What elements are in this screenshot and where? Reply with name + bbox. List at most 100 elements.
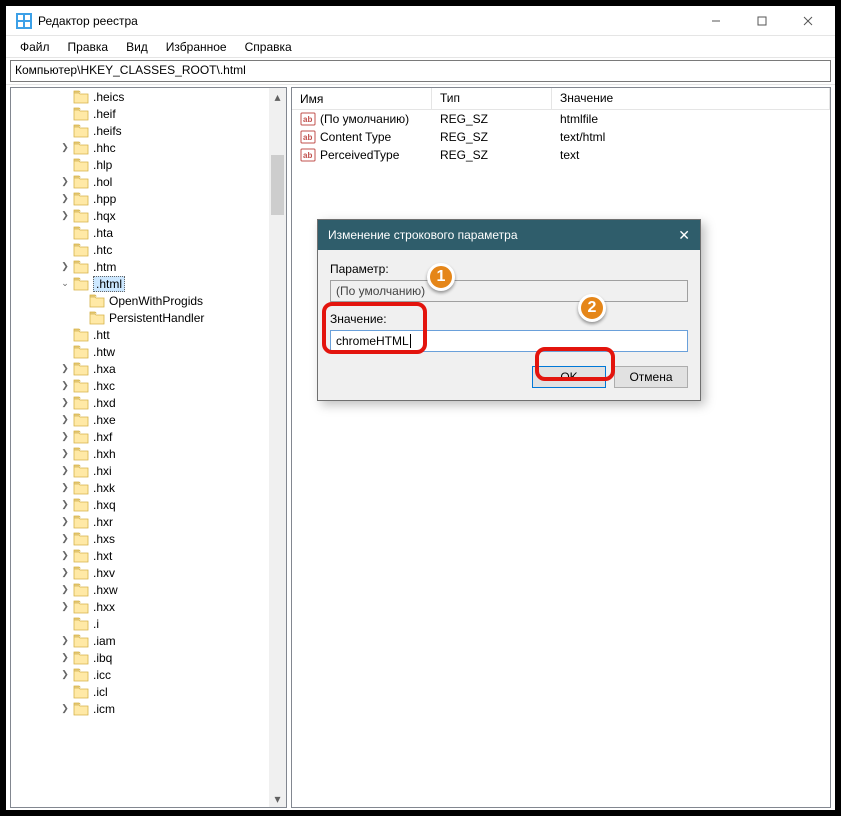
- expand-icon[interactable]: [59, 227, 71, 239]
- tree-item[interactable]: .heics: [11, 88, 269, 105]
- expand-icon[interactable]: ❯: [59, 363, 71, 375]
- values-list[interactable]: ab(По умолчанию)REG_SZhtmlfileabContent …: [292, 110, 830, 164]
- tree-item[interactable]: ❯.hhc: [11, 139, 269, 156]
- menu-help[interactable]: Справка: [237, 38, 300, 56]
- value-row[interactable]: ab(По умолчанию)REG_SZhtmlfile: [292, 110, 830, 128]
- ok-button[interactable]: OK: [532, 366, 606, 388]
- expand-icon[interactable]: [59, 125, 71, 137]
- menu-favorites[interactable]: Избранное: [158, 38, 235, 56]
- expand-icon[interactable]: ❯: [59, 516, 71, 528]
- expand-icon[interactable]: ❯: [59, 414, 71, 426]
- tree-scrollbar[interactable]: ▴ ▾: [269, 88, 286, 807]
- expand-icon[interactable]: ❯: [59, 652, 71, 664]
- tree-item[interactable]: ❯.hxa: [11, 360, 269, 377]
- expand-icon[interactable]: ❯: [59, 431, 71, 443]
- tree-item[interactable]: ❯.hxc: [11, 377, 269, 394]
- tree-item[interactable]: .icl: [11, 683, 269, 700]
- tree-item[interactable]: ❯.ibq: [11, 649, 269, 666]
- expand-icon[interactable]: ❯: [59, 261, 71, 273]
- expand-icon[interactable]: ❯: [59, 397, 71, 409]
- tree-item[interactable]: ❯.iam: [11, 632, 269, 649]
- expand-icon[interactable]: [59, 686, 71, 698]
- tree-item[interactable]: ❯.hol: [11, 173, 269, 190]
- tree-item[interactable]: ❯.icc: [11, 666, 269, 683]
- column-name[interactable]: Имя: [292, 88, 432, 109]
- tree-item[interactable]: .i: [11, 615, 269, 632]
- expand-icon[interactable]: ❯: [59, 669, 71, 681]
- tree-item[interactable]: ❯.hxr: [11, 513, 269, 530]
- minimize-button[interactable]: [693, 6, 739, 36]
- expand-icon[interactable]: ❯: [59, 584, 71, 596]
- expand-icon[interactable]: [75, 312, 87, 324]
- expand-icon[interactable]: [59, 346, 71, 358]
- expand-icon[interactable]: ❯: [59, 176, 71, 188]
- expand-icon[interactable]: [59, 618, 71, 630]
- expand-icon[interactable]: ⌄: [59, 278, 71, 290]
- tree-item[interactable]: ⌄.html: [11, 275, 269, 292]
- cancel-button[interactable]: Отмена: [614, 366, 688, 388]
- tree-item[interactable]: ❯.hxi: [11, 462, 269, 479]
- value-input[interactable]: chromeHTML: [330, 330, 688, 352]
- expand-icon[interactable]: [59, 244, 71, 256]
- registry-tree[interactable]: .heics.heif.heifs❯.hhc.hlp❯.hol❯.hpp❯.hq…: [11, 88, 269, 717]
- tree-item[interactable]: .htw: [11, 343, 269, 360]
- expand-icon[interactable]: ❯: [59, 193, 71, 205]
- expand-icon[interactable]: ❯: [59, 448, 71, 460]
- menu-edit[interactable]: Правка: [60, 38, 117, 56]
- tree-item[interactable]: PersistentHandler: [11, 309, 269, 326]
- tree-item[interactable]: ❯.hxd: [11, 394, 269, 411]
- expand-icon[interactable]: ❯: [59, 210, 71, 222]
- tree-item[interactable]: ❯.hxf: [11, 428, 269, 445]
- menu-view[interactable]: Вид: [118, 38, 156, 56]
- scroll-thumb[interactable]: [271, 155, 284, 215]
- column-data[interactable]: Значение: [552, 88, 830, 109]
- expand-icon[interactable]: ❯: [59, 550, 71, 562]
- value-row[interactable]: abContent TypeREG_SZtext/html: [292, 128, 830, 146]
- value-row[interactable]: abPerceivedTypeREG_SZtext: [292, 146, 830, 164]
- maximize-button[interactable]: [739, 6, 785, 36]
- tree-item[interactable]: .heifs: [11, 122, 269, 139]
- expand-icon[interactable]: [59, 159, 71, 171]
- tree-item[interactable]: ❯.hpp: [11, 190, 269, 207]
- tree-item[interactable]: ❯.icm: [11, 700, 269, 717]
- address-bar[interactable]: Компьютер\HKEY_CLASSES_ROOT\.html: [10, 60, 831, 82]
- tree-item[interactable]: .htc: [11, 241, 269, 258]
- close-button[interactable]: [785, 6, 831, 36]
- tree-item[interactable]: ❯.hqx: [11, 207, 269, 224]
- tree-item[interactable]: ❯.hxx: [11, 598, 269, 615]
- tree-item[interactable]: ❯.hxq: [11, 496, 269, 513]
- expand-icon[interactable]: ❯: [59, 533, 71, 545]
- tree-item[interactable]: .hlp: [11, 156, 269, 173]
- scroll-down-icon[interactable]: ▾: [269, 790, 286, 807]
- dialog-close-icon[interactable]: ✕: [678, 227, 690, 244]
- expand-icon[interactable]: ❯: [59, 482, 71, 494]
- expand-icon[interactable]: [59, 108, 71, 120]
- tree-item[interactable]: ❯.hxs: [11, 530, 269, 547]
- menu-file[interactable]: Файл: [12, 38, 58, 56]
- tree-item[interactable]: .htt: [11, 326, 269, 343]
- tree-item[interactable]: ❯.hxe: [11, 411, 269, 428]
- tree-item[interactable]: .heif: [11, 105, 269, 122]
- expand-icon[interactable]: [59, 91, 71, 103]
- expand-icon[interactable]: ❯: [59, 499, 71, 511]
- expand-icon[interactable]: ❯: [59, 465, 71, 477]
- tree-item[interactable]: ❯.hxt: [11, 547, 269, 564]
- tree-item[interactable]: ❯.hxk: [11, 479, 269, 496]
- tree-item[interactable]: ❯.hxv: [11, 564, 269, 581]
- expand-icon[interactable]: [59, 329, 71, 341]
- expand-icon[interactable]: ❯: [59, 142, 71, 154]
- expand-icon[interactable]: ❯: [59, 380, 71, 392]
- tree-item[interactable]: ❯.htm: [11, 258, 269, 275]
- tree-item[interactable]: OpenWithProgids: [11, 292, 269, 309]
- tree-item[interactable]: ❯.hxw: [11, 581, 269, 598]
- expand-icon[interactable]: ❯: [59, 635, 71, 647]
- column-type[interactable]: Тип: [432, 88, 552, 109]
- expand-icon[interactable]: [75, 295, 87, 307]
- expand-icon[interactable]: ❯: [59, 703, 71, 715]
- expand-icon[interactable]: ❯: [59, 601, 71, 613]
- tree-item[interactable]: .hta: [11, 224, 269, 241]
- tree-item[interactable]: ❯.hxh: [11, 445, 269, 462]
- scroll-up-icon[interactable]: ▴: [269, 88, 286, 105]
- expand-icon[interactable]: ❯: [59, 567, 71, 579]
- tree-item-label: OpenWithProgids: [109, 294, 203, 308]
